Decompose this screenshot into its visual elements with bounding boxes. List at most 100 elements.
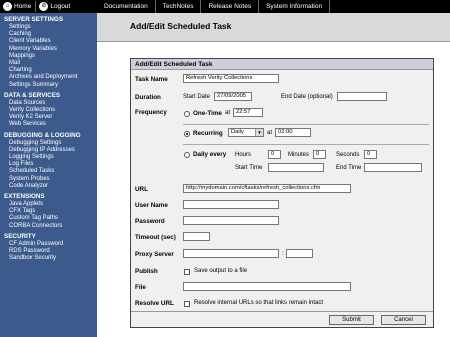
sidebar-item-settings-summary[interactable]: Settings Summary [0,82,97,89]
sidebar-item-scheduled-tasks[interactable]: Scheduled Tasks [0,168,97,175]
page-title: Add/Edit Scheduled Task [130,21,232,31]
header-divider [97,41,450,42]
duration-label: Duration [135,94,161,101]
username-input[interactable] [183,200,279,209]
file-input[interactable] [183,282,351,291]
start-date-input[interactable]: 27/09/2005 [214,92,252,101]
sidebar-item-mappings[interactable]: Mappings [0,53,97,60]
one-time-radio[interactable] [184,111,190,117]
panel-title: Add/Edit Scheduled Task [131,59,433,70]
end-date-input[interactable] [337,92,387,101]
frequency-label: Frequency [135,109,167,116]
cancel-button[interactable]: Cancel [381,315,426,325]
task-name-input[interactable]: Refresh Verity Collections [183,74,279,83]
hours-label: Hours [235,152,252,158]
password-label: Password [135,218,165,225]
divider [35,1,37,12]
divider [131,311,433,312]
proxy-label: Proxy Server [135,251,174,258]
end-date-label: End Date (optional) [281,94,333,100]
sidebar-item-debugging-settings[interactable]: Debugging Settings [0,140,97,147]
link-release-notes[interactable]: Release Notes [201,0,260,13]
recurring-select[interactable]: Daily ▼ [228,128,264,137]
proxy-colon: : [282,251,284,257]
start-time-input[interactable] [268,163,324,172]
divider [183,124,429,125]
sidebar-section-data-services: DATA & SERVICES [4,91,61,99]
home-button[interactable]: ⌂ Home [3,2,31,11]
sidebar-item-logging-settings[interactable]: Logging Settings [0,154,97,161]
sidebar-item-java-applets[interactable]: Java Applets [0,201,97,208]
submit-button[interactable]: Submit [329,315,374,325]
start-date-label: Start Date [183,94,211,100]
recurring-select-value: Daily [231,129,244,135]
logout-icon: ⊘ [39,2,49,11]
sidebar-item-caching[interactable]: Caching [0,31,97,38]
home-icon: ⌂ [3,2,12,11]
sidebar-section-server-settings: SERVER SETTINGS [4,16,64,23]
sidebar-item-rds-password[interactable]: RDS Password [0,248,97,255]
sidebar-item-web-services[interactable]: Web Services [0,121,97,128]
sidebar-section-debugging: DEBUGGING & LOGGING [4,131,81,139]
sidebar-item-cf-admin-password[interactable]: CF Admin Password [0,241,97,248]
sidebar-item-verity-k2[interactable]: Verity K2 Server [0,114,97,121]
url-label: URL [135,186,148,193]
logout-label: Logout [50,3,71,10]
sidebar-item-charting[interactable]: Charting [0,67,97,74]
proxy-server-input[interactable] [183,249,279,258]
resolve-url-label: Resolve URL [135,300,174,307]
url-input[interactable]: http://mydomain.com/cftasks/refresh_coll… [183,184,351,193]
minutes-label: Minutes [288,152,310,158]
link-system-information[interactable]: System Information [259,0,331,13]
resolve-url-checkbox[interactable] [184,301,190,307]
daily-every-label: Daily every [193,151,227,158]
one-time-input[interactable]: 22:57 [233,108,263,117]
sidebar-item-custom-tag-paths[interactable]: Custom Tag Paths [0,215,97,222]
start-time-label: Start Time [235,165,263,171]
logout-button[interactable]: ⊘ Logout [39,2,70,11]
sidebar-item-mail[interactable]: Mail [0,60,97,67]
username-label: User Name [135,202,168,209]
recurring-label: Recurring [193,130,223,137]
hours-input[interactable]: 0 [268,150,281,159]
task-form-panel: Add/Edit Scheduled Task Task Name Refres… [130,58,434,328]
sidebar-item-code-analyzer[interactable]: Code Analyzer [0,183,97,190]
sidebar-section-extensions: EXTENSIONS [4,193,45,201]
sidebar-item-verity-collections[interactable]: Verity Collections [0,107,97,114]
seconds-input[interactable]: 0 [364,150,377,159]
sidebar-item-settings[interactable]: Settings [0,24,97,31]
resolve-url-checkbox-label: Resolve internal URLs so that links rema… [194,300,324,306]
sidebar-item-data-sources[interactable]: Data Sources [0,100,97,107]
link-documentation[interactable]: Documentation [97,0,156,13]
password-input[interactable] [183,216,279,225]
sidebar-item-archives[interactable]: Archives and Deployment [0,74,97,81]
sidebar-item-client-variables[interactable]: Client Variables [0,38,97,45]
recurring-at-label: at [267,130,273,136]
sidebar-item-debugging-ip[interactable]: Debugging IP Addresses [0,147,97,154]
publish-checkbox-label: Save output to a file [194,268,248,274]
recurring-time-input[interactable]: 02:00 [275,128,311,137]
timeout-input[interactable] [183,232,210,241]
chevron-down-icon: ▼ [255,129,263,136]
sidebar-section-security: SECURITY [4,232,36,240]
seconds-label: Seconds [336,152,360,158]
daily-every-radio[interactable] [184,152,190,158]
minutes-input[interactable]: 0 [313,150,326,159]
top-links: Documentation TechNotes Release Notes Sy… [97,0,331,13]
timeout-label: Timeout (sec) [135,234,176,241]
sidebar-item-cfx-tags[interactable]: CFX Tags [0,208,97,215]
divider [183,144,429,145]
proxy-port-input[interactable] [286,249,313,258]
one-time-label: One-Time [193,110,222,117]
publish-checkbox[interactable] [184,269,190,275]
link-technotes[interactable]: TechNotes [156,0,202,13]
end-time-input[interactable] [364,163,422,172]
recurring-radio[interactable] [184,131,190,137]
sidebar-item-log-files[interactable]: Log Files [0,161,97,168]
sidebar-item-system-probes[interactable]: System Probes [0,176,97,183]
task-name-label: Task Name [135,76,168,83]
one-time-at-label: at [225,110,231,116]
sidebar-item-corba[interactable]: CORBA Connectors [0,223,97,230]
sidebar-item-memory-variables[interactable]: Memory Variables [0,46,97,53]
sidebar-item-sandbox-security[interactable]: Sandbox Security [0,255,97,262]
